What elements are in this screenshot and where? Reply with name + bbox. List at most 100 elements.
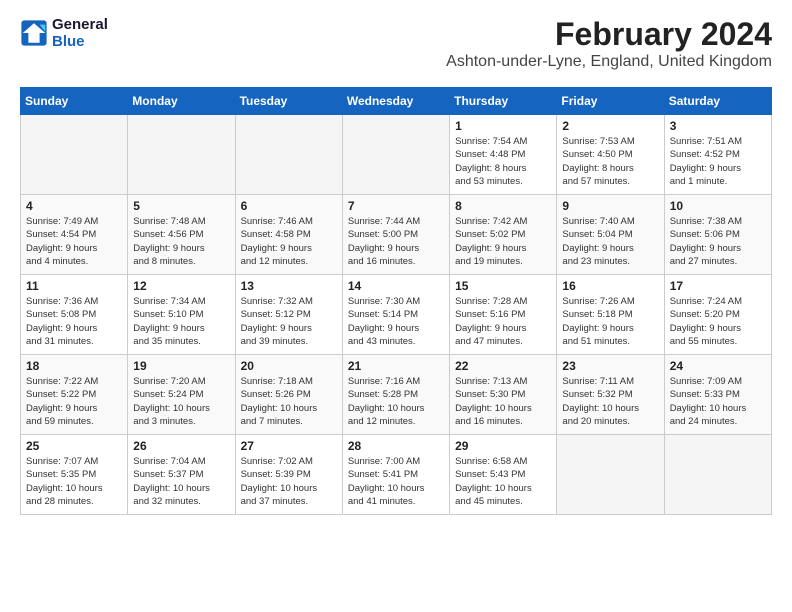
calendar-cell: 9 Sunrise: 7:40 AMSunset: 5:04 PMDaylight… (557, 195, 664, 275)
day-number: 10 (670, 199, 766, 213)
calendar-cell (128, 115, 235, 195)
col-header-friday: Friday (557, 88, 664, 115)
day-info: Sunrise: 7:40 AMSunset: 5:04 PMDaylight:… (562, 215, 658, 268)
calendar-subtitle: Ashton-under-Lyne, England, United Kingd… (446, 53, 772, 71)
calendar-cell: 27 Sunrise: 7:02 AMSunset: 5:39 PMDayligh… (235, 435, 342, 515)
calendar-cell (664, 435, 771, 515)
day-info: Sunrise: 7:04 AMSunset: 5:37 PMDaylight:… (133, 455, 229, 508)
calendar-cell: 25 Sunrise: 7:07 AMSunset: 5:35 PMDayligh… (21, 435, 128, 515)
day-number: 8 (455, 199, 551, 213)
day-info: Sunrise: 7:46 AMSunset: 4:58 PMDaylight:… (241, 215, 337, 268)
day-number: 12 (133, 279, 229, 293)
day-info: Sunrise: 7:48 AMSunset: 4:56 PMDaylight:… (133, 215, 229, 268)
day-number: 24 (670, 359, 766, 373)
calendar-cell: 18 Sunrise: 7:22 AMSunset: 5:22 PMDayligh… (21, 355, 128, 435)
calendar-cell (235, 115, 342, 195)
calendar-title: February 2024 (446, 16, 772, 53)
day-info: Sunrise: 7:24 AMSunset: 5:20 PMDaylight:… (670, 295, 766, 348)
day-info: Sunrise: 7:11 AMSunset: 5:32 PMDaylight:… (562, 375, 658, 428)
col-header-monday: Monday (128, 88, 235, 115)
day-info: Sunrise: 7:20 AMSunset: 5:24 PMDaylight:… (133, 375, 229, 428)
day-number: 14 (348, 279, 444, 293)
calendar-cell: 4 Sunrise: 7:49 AMSunset: 4:54 PMDaylight… (21, 195, 128, 275)
calendar-cell: 22Sunrise: 7:13 AMSunset: 5:30 PMDayligh… (450, 355, 557, 435)
day-number: 13 (241, 279, 337, 293)
calendar-cell (342, 115, 449, 195)
week-row-2: 4 Sunrise: 7:49 AMSunset: 4:54 PMDaylight… (21, 195, 772, 275)
calendar-cell: 17 Sunrise: 7:24 AMSunset: 5:20 PMDayligh… (664, 275, 771, 355)
col-header-tuesday: Tuesday (235, 88, 342, 115)
day-info: Sunrise: 7:44 AMSunset: 5:00 PMDaylight:… (348, 215, 444, 268)
week-row-5: 25 Sunrise: 7:07 AMSunset: 5:35 PMDayligh… (21, 435, 772, 515)
logo-icon (20, 19, 48, 47)
day-number: 20 (241, 359, 337, 373)
day-number: 26 (133, 439, 229, 453)
day-number: 7 (348, 199, 444, 213)
week-row-4: 18 Sunrise: 7:22 AMSunset: 5:22 PMDayligh… (21, 355, 772, 435)
calendar-cell: 15 Sunrise: 7:28 AMSunset: 5:16 PMDayligh… (450, 275, 557, 355)
day-info: Sunrise: 6:58 AMSunset: 5:43 PMDaylight:… (455, 455, 551, 508)
day-info: Sunrise: 7:18 AMSunset: 5:26 PMDaylight:… (241, 375, 337, 428)
calendar-cell: 23 Sunrise: 7:11 AMSunset: 5:32 PMDayligh… (557, 355, 664, 435)
day-info: Sunrise: 7:38 AMSunset: 5:06 PMDaylight:… (670, 215, 766, 268)
calendar-cell: 2 Sunrise: 7:53 AMSunset: 4:50 PMDaylight… (557, 115, 664, 195)
day-info: Sunrise: 7:32 AMSunset: 5:12 PMDaylight:… (241, 295, 337, 348)
day-number: 28 (348, 439, 444, 453)
day-info: Sunrise: 7:02 AMSunset: 5:39 PMDaylight:… (241, 455, 337, 508)
calendar-cell: 10 Sunrise: 7:38 AMSunset: 5:06 PMDayligh… (664, 195, 771, 275)
day-number: 15 (455, 279, 551, 293)
day-number: 23 (562, 359, 658, 373)
day-number: 4 (26, 199, 122, 213)
calendar-cell: 20 Sunrise: 7:18 AMSunset: 5:26 PMDayligh… (235, 355, 342, 435)
day-info: Sunrise: 7:34 AMSunset: 5:10 PMDaylight:… (133, 295, 229, 348)
calendar-cell: 28 Sunrise: 7:00 AMSunset: 5:41 PMDayligh… (342, 435, 449, 515)
day-info: Sunrise: 7:53 AMSunset: 4:50 PMDaylight:… (562, 135, 658, 188)
day-number: 19 (133, 359, 229, 373)
calendar-cell: 11Sunrise: 7:36 AMSunset: 5:08 PMDayligh… (21, 275, 128, 355)
calendar-cell (21, 115, 128, 195)
day-number: 1 (455, 119, 551, 133)
calendar-cell: 12 Sunrise: 7:34 AMSunset: 5:10 PMDayligh… (128, 275, 235, 355)
calendar-cell: 7 Sunrise: 7:44 AMSunset: 5:00 PMDaylight… (342, 195, 449, 275)
day-info: Sunrise: 7:22 AMSunset: 5:22 PMDaylight:… (26, 375, 122, 428)
calendar-cell: 19 Sunrise: 7:20 AMSunset: 5:24 PMDayligh… (128, 355, 235, 435)
day-number: 16 (562, 279, 658, 293)
day-info: Sunrise: 7:26 AMSunset: 5:18 PMDaylight:… (562, 295, 658, 348)
day-number: 6 (241, 199, 337, 213)
calendar-cell: 24 Sunrise: 7:09 AMSunset: 5:33 PMDayligh… (664, 355, 771, 435)
day-number: 29 (455, 439, 551, 453)
day-info: Sunrise: 7:07 AMSunset: 5:35 PMDaylight:… (26, 455, 122, 508)
day-number: 21 (348, 359, 444, 373)
calendar-cell: 29 Sunrise: 6:58 AMSunset: 5:43 PMDayligh… (450, 435, 557, 515)
day-info: Sunrise: 7:16 AMSunset: 5:28 PMDaylight:… (348, 375, 444, 428)
logo-text: General Blue (52, 16, 108, 50)
calendar-cell: 6 Sunrise: 7:46 AMSunset: 4:58 PMDaylight… (235, 195, 342, 275)
day-number: 9 (562, 199, 658, 213)
day-info: Sunrise: 7:42 AMSunset: 5:02 PMDaylight:… (455, 215, 551, 268)
calendar-table: SundayMondayTuesdayWednesdayThursdayFrid… (20, 87, 772, 515)
day-info: Sunrise: 7:13 AMSunset: 5:30 PMDaylight:… (455, 375, 551, 428)
day-info: Sunrise: 7:49 AMSunset: 4:54 PMDaylight:… (26, 215, 122, 268)
day-number: 2 (562, 119, 658, 133)
day-info: Sunrise: 7:09 AMSunset: 5:33 PMDaylight:… (670, 375, 766, 428)
day-number: 27 (241, 439, 337, 453)
day-info: Sunrise: 7:30 AMSunset: 5:14 PMDaylight:… (348, 295, 444, 348)
day-info: Sunrise: 7:00 AMSunset: 5:41 PMDaylight:… (348, 455, 444, 508)
day-number: 18 (26, 359, 122, 373)
col-header-saturday: Saturday (664, 88, 771, 115)
week-row-1: 1 Sunrise: 7:54 AMSunset: 4:48 PMDaylight… (21, 115, 772, 195)
calendar-cell: 8 Sunrise: 7:42 AMSunset: 5:02 PMDaylight… (450, 195, 557, 275)
day-number: 3 (670, 119, 766, 133)
day-number: 25 (26, 439, 122, 453)
calendar-cell: 16 Sunrise: 7:26 AMSunset: 5:18 PMDayligh… (557, 275, 664, 355)
calendar-cell: 1 Sunrise: 7:54 AMSunset: 4:48 PMDaylight… (450, 115, 557, 195)
day-number: 17 (670, 279, 766, 293)
calendar-cell: 3 Sunrise: 7:51 AMSunset: 4:52 PMDaylight… (664, 115, 771, 195)
day-info: Sunrise: 7:28 AMSunset: 5:16 PMDaylight:… (455, 295, 551, 348)
calendar-cell: 5 Sunrise: 7:48 AMSunset: 4:56 PMDaylight… (128, 195, 235, 275)
col-header-wednesday: Wednesday (342, 88, 449, 115)
day-number: 5 (133, 199, 229, 213)
day-info: Sunrise: 7:54 AMSunset: 4:48 PMDaylight:… (455, 135, 551, 188)
day-info: Sunrise: 7:51 AMSunset: 4:52 PMDaylight:… (670, 135, 766, 188)
calendar-cell: 14 Sunrise: 7:30 AMSunset: 5:14 PMDayligh… (342, 275, 449, 355)
